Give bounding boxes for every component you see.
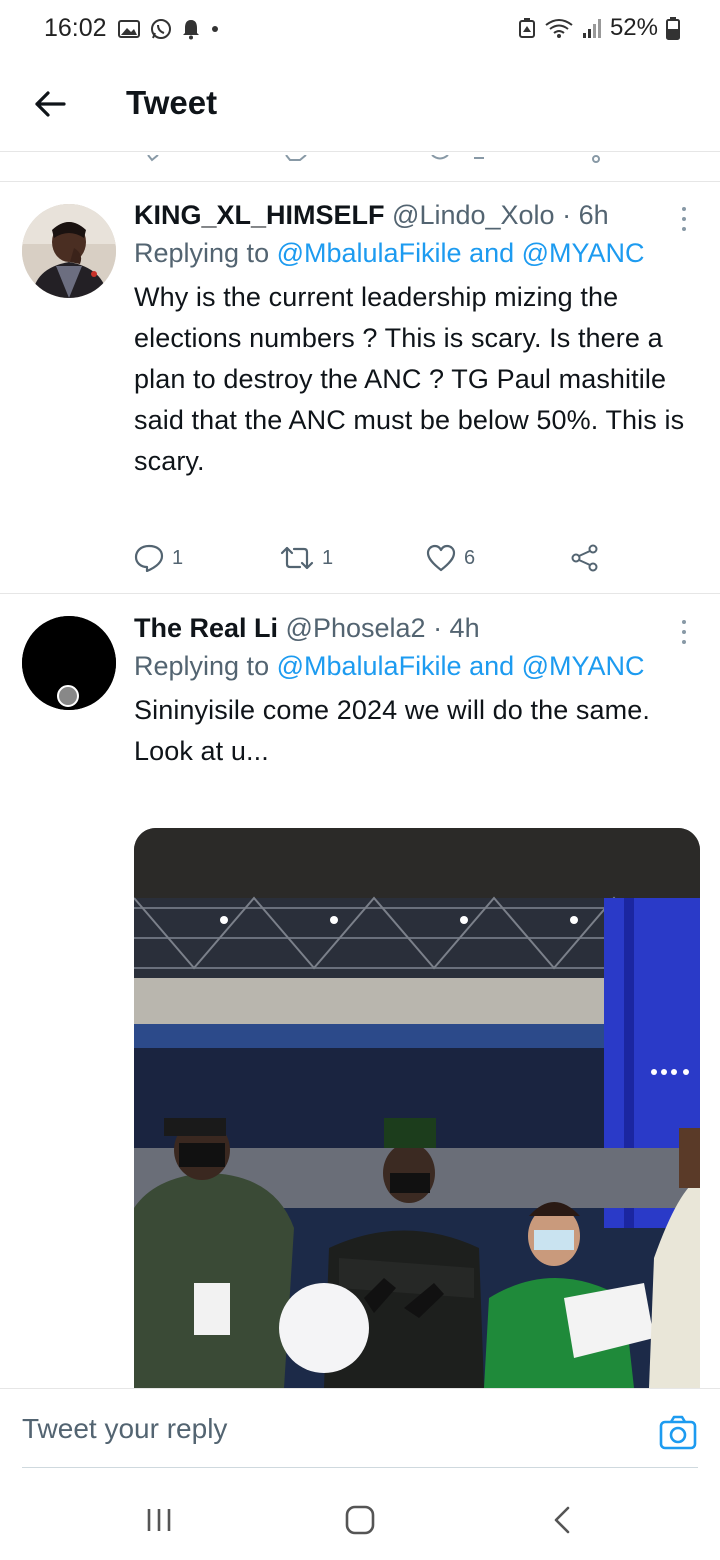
tweet-content: The Real Li @Phosela2 · 4h Replying to @… bbox=[134, 610, 700, 772]
tweet-photo bbox=[134, 828, 700, 1388]
status-bar: 16:02 52% bbox=[0, 0, 720, 60]
home-button[interactable] bbox=[342, 1502, 378, 1538]
top-app-bar: Tweet bbox=[0, 60, 720, 152]
tweet-text: Why is the current leadership mizing the… bbox=[134, 282, 685, 476]
retweet-count: 1 bbox=[322, 546, 334, 569]
avatar-photo bbox=[22, 204, 116, 298]
page-title: Tweet bbox=[126, 84, 218, 121]
tweet-image[interactable] bbox=[134, 828, 700, 1388]
reply-button[interactable]: 1 bbox=[134, 544, 183, 572]
battery-icon bbox=[666, 17, 680, 40]
back-button[interactable] bbox=[26, 80, 74, 128]
previous-tweet-actions-peek bbox=[0, 152, 720, 182]
camera-button[interactable] bbox=[658, 1413, 698, 1453]
author-handle[interactable]: @Lindo_Xolo bbox=[392, 200, 555, 230]
share-icon bbox=[571, 544, 598, 572]
replying-prefix: Replying to bbox=[134, 238, 270, 268]
back-icon bbox=[554, 1506, 570, 1534]
reply-underline bbox=[22, 1467, 698, 1468]
status-right-icons: 52% bbox=[518, 14, 680, 42]
avatar[interactable] bbox=[22, 616, 116, 710]
replying-to: Replying to @MbalulaFikile and @MYANC bbox=[134, 646, 700, 686]
avatar[interactable] bbox=[22, 204, 116, 298]
gallery-icon bbox=[118, 20, 140, 38]
like-button[interactable]: 6 bbox=[426, 544, 475, 572]
heart-icon bbox=[426, 544, 456, 572]
tweet-time: · 6h bbox=[562, 200, 609, 230]
author-name[interactable]: The Real Li bbox=[134, 613, 278, 643]
recent-apps-button[interactable] bbox=[141, 1502, 177, 1538]
like-count: 6 bbox=[464, 546, 476, 569]
notification-bell-icon bbox=[183, 20, 199, 40]
dot-icon bbox=[212, 26, 218, 32]
signal-icon bbox=[582, 19, 601, 38]
tweet-time: · 4h bbox=[433, 613, 480, 643]
replying-to-link[interactable]: @MbalulaFikile and @MYANC bbox=[277, 238, 645, 268]
retweet-button[interactable]: 1 bbox=[280, 545, 333, 571]
retweet-icon bbox=[280, 546, 314, 570]
tweet-content: KING_XL_HIMSELF @Lindo_Xolo · 6h Replyin… bbox=[134, 197, 700, 482]
reply-icon bbox=[134, 544, 164, 572]
tweet-actions: 1 1 6 bbox=[134, 538, 604, 578]
tweet-header: KING_XL_HIMSELF @Lindo_Xolo · 6h bbox=[134, 197, 700, 233]
replying-to: Replying to @MbalulaFikile and @MYANC bbox=[134, 233, 700, 273]
wifi-icon bbox=[545, 19, 573, 38]
arrow-left-icon bbox=[35, 91, 66, 117]
reply-input[interactable]: Tweet your reply bbox=[22, 1413, 227, 1445]
more-options-icon[interactable] bbox=[672, 203, 696, 235]
peek-icons bbox=[147, 154, 600, 163]
status-time: 16:02 bbox=[44, 14, 107, 42]
recent-apps-icon bbox=[147, 1509, 171, 1531]
share-button[interactable] bbox=[570, 544, 600, 572]
tweet-text: Sininyisile come 2024 we will do the sam… bbox=[134, 695, 650, 766]
home-icon bbox=[345, 1505, 375, 1535]
author-name[interactable]: KING_XL_HIMSELF bbox=[134, 200, 385, 230]
status-left-icons bbox=[118, 16, 220, 42]
reply-composer-bar: Tweet your reply bbox=[0, 1388, 720, 1480]
more-options-icon[interactable] bbox=[672, 616, 696, 648]
tweet-1[interactable]: KING_XL_HIMSELF @Lindo_Xolo · 6h Replyin… bbox=[0, 183, 720, 593]
nav-back-button[interactable] bbox=[544, 1502, 580, 1538]
reply-count: 1 bbox=[172, 546, 184, 569]
replying-prefix: Replying to bbox=[134, 651, 270, 681]
replying-to-link[interactable]: @MbalulaFikile and @MYANC bbox=[277, 651, 645, 681]
system-nav-bar bbox=[0, 1480, 720, 1560]
camera-icon bbox=[659, 1415, 697, 1450]
tweet-header: The Real Li @Phosela2 · 4h bbox=[134, 610, 700, 646]
whatsapp-icon bbox=[151, 19, 171, 39]
author-handle[interactable]: @Phosela2 bbox=[286, 613, 426, 643]
battery-saver-icon bbox=[518, 18, 535, 38]
avatar-photo bbox=[22, 616, 116, 710]
battery-percent: 52% bbox=[609, 14, 658, 41]
